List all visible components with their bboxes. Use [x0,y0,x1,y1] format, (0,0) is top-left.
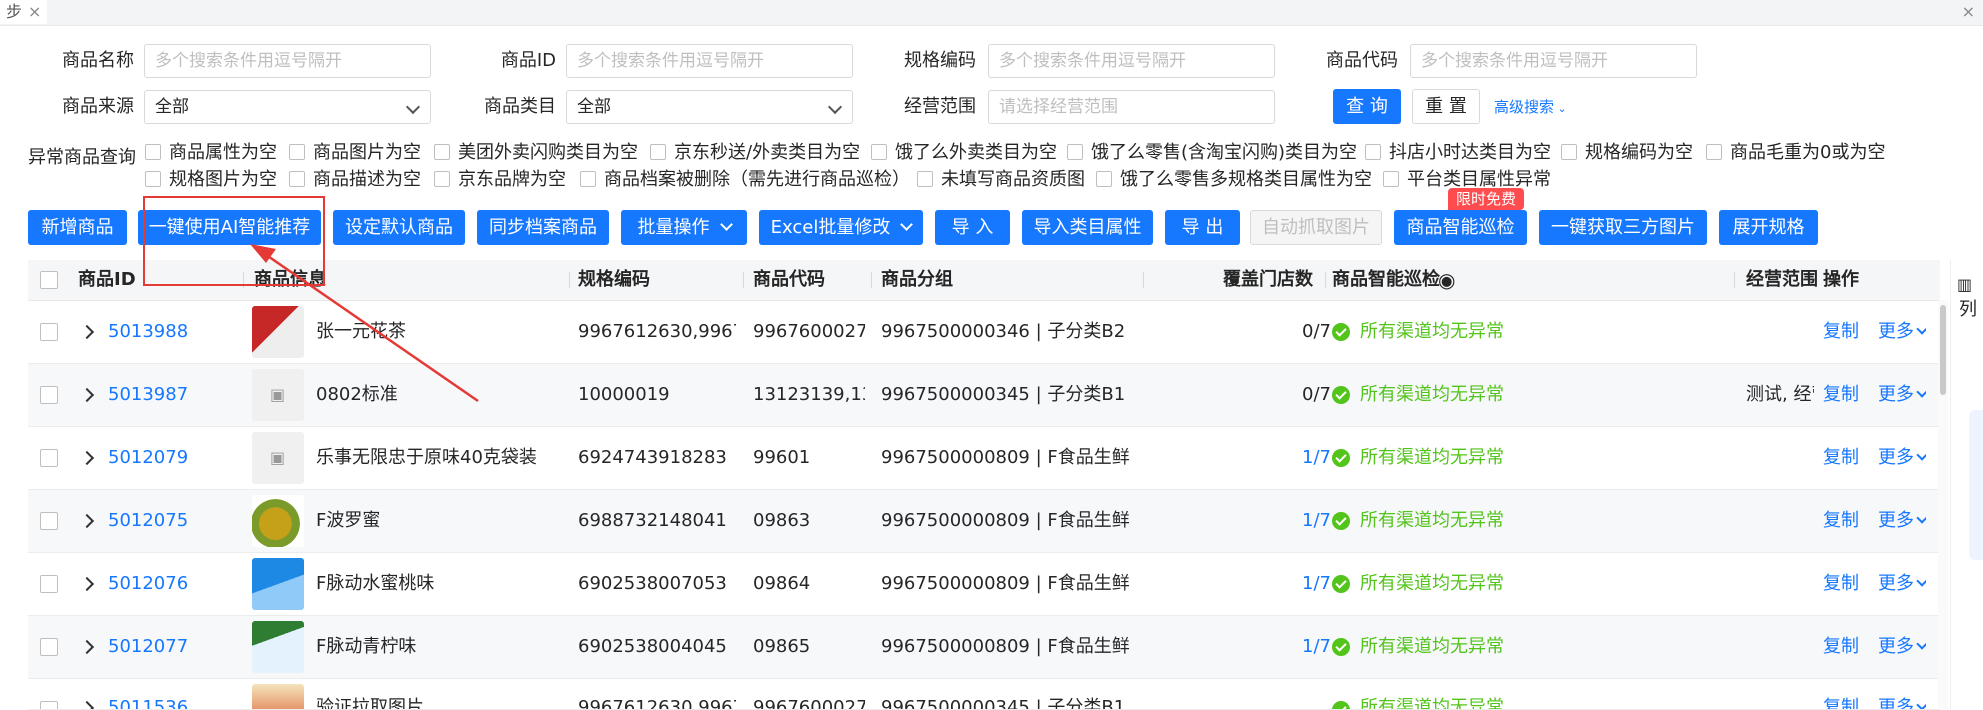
annotation-arrow [250,244,479,403]
annotation-arrow-line [261,250,479,403]
